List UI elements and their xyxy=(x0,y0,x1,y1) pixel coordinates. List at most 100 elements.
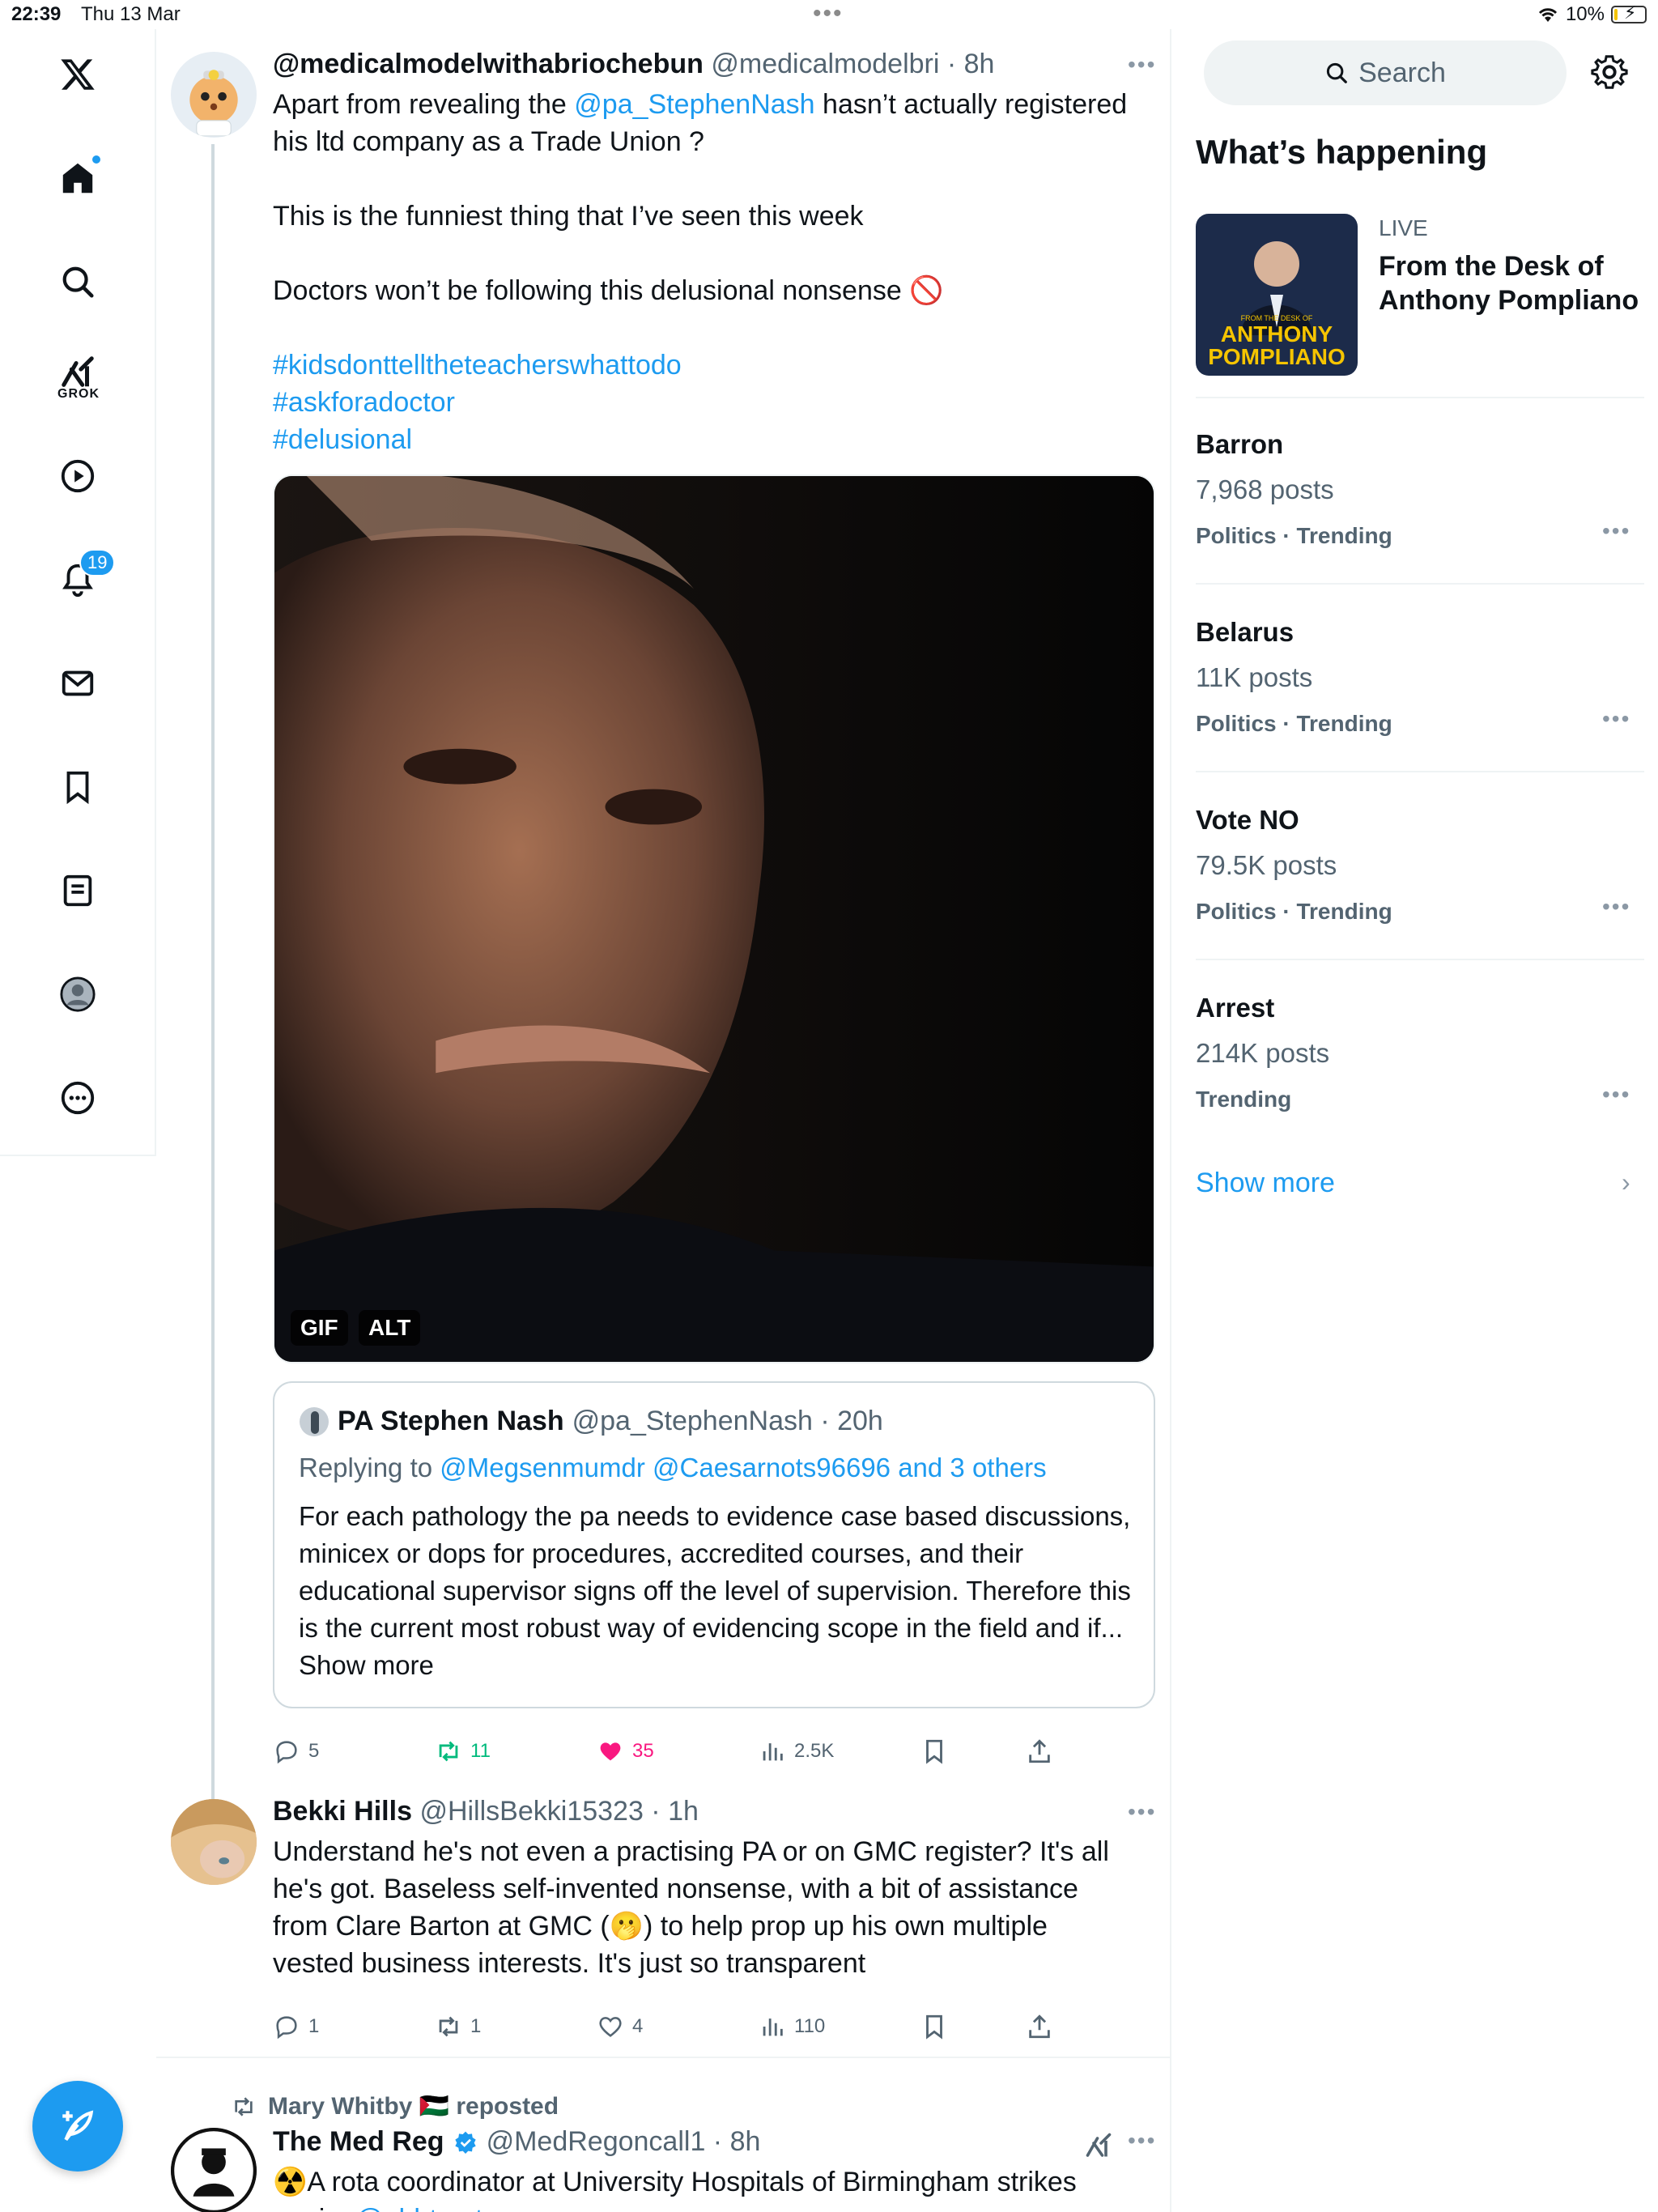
trend-more-button[interactable]: ••• xyxy=(1602,894,1630,920)
trend-more-button[interactable]: ••• xyxy=(1602,706,1630,732)
tweet-line: Apart from revealing the @pa_StephenNash… xyxy=(273,86,1155,123)
quote-author-handle-time[interactable]: @pa_StephenNash · 20h xyxy=(572,1406,883,1437)
share-icon xyxy=(1029,1739,1050,1763)
quote-author-name[interactable]: PA Stephen Nash xyxy=(338,1406,564,1437)
trend-more-button[interactable]: ••• xyxy=(1602,1082,1630,1108)
thumb-line-1: ANTHONY xyxy=(1221,321,1333,347)
trend-post-count: 79.5K posts xyxy=(1196,850,1337,880)
views-button[interactable]: 110 xyxy=(759,2013,825,2040)
alt-text-badge[interactable]: ALT xyxy=(359,1310,421,1346)
author-avatar[interactable] xyxy=(171,2128,257,2212)
search-icon xyxy=(1327,62,1347,83)
more-options-icon[interactable] xyxy=(50,1070,105,1125)
trend-name: Belarus xyxy=(1196,617,1295,647)
multitasking-dots[interactable]: ••• xyxy=(813,0,844,28)
compose-post-button[interactable] xyxy=(32,2081,123,2172)
tweet-more-button[interactable]: ••• xyxy=(1128,1799,1156,1825)
x-logo-icon[interactable] xyxy=(50,47,105,102)
reply-button[interactable]: 5 xyxy=(273,1738,319,1765)
reply-button[interactable]: 1 xyxy=(273,2013,319,2040)
author-avatar[interactable] xyxy=(171,52,257,138)
bookmark-button[interactable] xyxy=(920,2013,948,2040)
live-event-title: From the Desk of Anthony Pompliano xyxy=(1379,251,1639,316)
replying-prefix: Replying to xyxy=(299,1453,440,1482)
tweet-actions: 5 11 35 2.5K xyxy=(273,1738,1155,1778)
hashtag-link[interactable]: #kidsdonttelltheteacherswhattodo xyxy=(273,347,1155,384)
author-display-name[interactable]: The Med Reg xyxy=(273,2126,444,2158)
share-button[interactable] xyxy=(1026,2013,1053,2040)
status-bar: 22:39 Thu 13 Mar ••• 10% ⚡ xyxy=(0,0,1658,29)
tweet-media-gif[interactable]: GIF ALT xyxy=(273,474,1155,1363)
grok-label: GROK xyxy=(57,387,100,401)
tweet-line: This is the funniest thing that I’ve see… xyxy=(273,201,864,232)
like-count: 35 xyxy=(632,1740,654,1762)
tweet-header: The Med Reg @MedRegoncall1 · 8h xyxy=(273,2126,760,2158)
battery-percent: 10% xyxy=(1565,3,1605,25)
tweet-text: Understand he's not even a practising PA… xyxy=(273,1836,1109,1979)
views-chart-icon xyxy=(763,1743,783,1761)
timeline: @medicalmodelwithabriochebun @medicalmod… xyxy=(156,29,1171,2212)
author-avatar[interactable] xyxy=(171,1799,257,1885)
trend-category: Politics · Trending xyxy=(1196,899,1392,924)
tweet-header: Bekki Hills @HillsBekki15323 · 1h xyxy=(273,1796,699,1827)
section-divider xyxy=(1196,959,1644,960)
show-more-link[interactable]: Show more xyxy=(1196,1168,1335,1199)
reply-icon xyxy=(276,2016,297,2040)
settings-gear-icon[interactable] xyxy=(1591,53,1628,91)
author-handle-time[interactable]: @medicalmodelbri · 8h xyxy=(711,49,994,79)
tweet-more-button[interactable]: ••• xyxy=(1128,52,1156,78)
home-unread-dot xyxy=(91,154,102,165)
views-button[interactable]: 2.5K xyxy=(759,1738,834,1765)
section-divider xyxy=(1196,583,1644,585)
lists-icon[interactable] xyxy=(50,863,105,918)
like-button[interactable]: 4 xyxy=(597,2013,643,2040)
hashtag-link[interactable]: #askforadoctor xyxy=(273,384,1155,421)
bookmarks-icon[interactable] xyxy=(50,759,105,815)
author-handle-time[interactable]: @MedRegoncall1 · 8h xyxy=(487,2126,761,2158)
grok-icon[interactable] xyxy=(1084,2131,1113,2160)
bookmark-button[interactable] xyxy=(920,1738,948,1765)
status-right: 10% ⚡ xyxy=(1537,2,1647,26)
tweet-line: again. @uhbtrust xyxy=(273,2201,1155,2212)
quoted-tweet[interactable]: PA Stephen Nash @pa_StephenNash · 20h Re… xyxy=(273,1381,1155,1708)
bookmark-icon xyxy=(926,1739,942,1764)
repost-count: 11 xyxy=(470,1740,491,1762)
repost-by-label[interactable]: Mary Whitby 🇵🇸 reposted xyxy=(268,2092,559,2121)
search-placeholder: Search xyxy=(1358,57,1446,88)
hashtag-link[interactable]: #delusional xyxy=(273,421,1155,458)
mention-link[interactable]: @pa_StephenNash xyxy=(574,89,814,120)
share-button[interactable] xyxy=(1026,1738,1053,1765)
live-event-card[interactable]: FROM THE DESK OF ANTHONY POMPLIANO LIVE … xyxy=(1196,214,1657,376)
repost-button[interactable]: 1 xyxy=(435,2013,481,2040)
repost-button[interactable]: 11 xyxy=(435,1738,491,1765)
quote-text: For each pathology the pa needs to evide… xyxy=(299,1501,1131,1680)
status-date: Thu 13 Mar xyxy=(81,3,181,25)
repost-count: 1 xyxy=(470,2015,482,2037)
messages-mail-icon[interactable] xyxy=(50,656,105,711)
replying-to-links[interactable]: @Megsenmumdr @Caesarnots96696 and 3 othe… xyxy=(440,1453,1046,1482)
profile-avatar-icon[interactable] xyxy=(50,967,105,1022)
tweet-more-button[interactable]: ••• xyxy=(1128,2128,1156,2154)
trend-category: Politics · Trending xyxy=(1196,711,1392,736)
notifications-bell-icon[interactable]: 19 xyxy=(50,549,116,607)
author-display-name[interactable]: @medicalmodelwithabriochebun xyxy=(273,49,704,79)
video-play-icon[interactable] xyxy=(50,449,105,504)
trend-category: Politics · Trending xyxy=(1196,523,1392,548)
right-sidebar: Search What’s happening FROM THE DESK OF… xyxy=(1171,29,1658,2212)
tweet-text: Apart from revealing the @pa_StephenNash… xyxy=(273,86,1155,458)
like-button[interactable]: 35 xyxy=(597,1738,654,1765)
trend-more-button[interactable]: ••• xyxy=(1602,518,1630,544)
views-count: 2.5K xyxy=(794,1740,835,1762)
mention-link[interactable]: @uhbtrust xyxy=(355,2204,483,2212)
explore-search-icon[interactable] xyxy=(50,254,105,309)
author-handle-time[interactable]: @HillsBekki15323 · 1h xyxy=(419,1796,698,1827)
share-icon xyxy=(1029,2014,1050,2039)
author-display-name[interactable]: Bekki Hills xyxy=(273,1796,412,1827)
section-divider xyxy=(1196,771,1644,772)
tweet-actions: 1 1 4 110 xyxy=(273,2013,1155,2053)
home-icon[interactable] xyxy=(50,151,105,206)
trend-category: Trending xyxy=(1196,1087,1292,1112)
views-count: 110 xyxy=(794,2015,826,2037)
search-input[interactable]: Search xyxy=(1204,40,1567,105)
live-event-thumbnail: FROM THE DESK OF ANTHONY POMPLIANO xyxy=(1196,214,1358,376)
